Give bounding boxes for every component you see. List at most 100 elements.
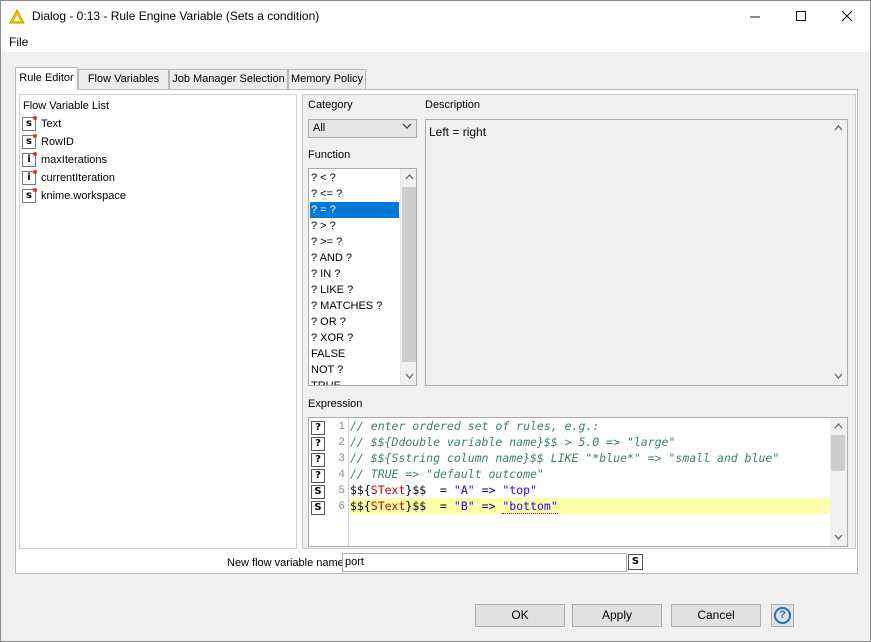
tab-flow-variables[interactable]: Flow Variables <box>78 69 169 89</box>
function-item[interactable]: ? OR ? <box>310 314 399 330</box>
unknown-rule-icon: ? <box>311 469 325 483</box>
code-line-comment[interactable]: // $${Sstring column name}$$ LIKE "*blue… <box>350 450 830 466</box>
expression-label: Expression <box>308 398 363 410</box>
line-number: 1 <box>338 421 345 433</box>
close-icon <box>841 11 852 22</box>
function-item[interactable]: ? XOR ? <box>310 330 399 346</box>
scrollbar-thumb[interactable] <box>402 187 416 362</box>
flow-variable-list-label: Flow Variable List <box>23 100 109 112</box>
function-item[interactable]: ? > ? <box>310 218 399 234</box>
ok-button[interactable]: OK <box>475 604 565 627</box>
code-line-rule[interactable]: $${SText}$$ = "A" => "top" <box>350 482 830 498</box>
integer-variable-icon: i <box>22 170 37 185</box>
variable-token: SText <box>370 499 406 513</box>
function-item[interactable]: ? < ? <box>310 170 399 186</box>
knime-logo-icon <box>9 9 25 24</box>
help-button[interactable]: ? <box>771 604 794 627</box>
description-box: Left = right <box>425 119 848 386</box>
function-item[interactable]: ? <= ? <box>310 186 399 202</box>
chevron-up-icon[interactable] <box>830 120 846 137</box>
maximize-button[interactable] <box>778 1 824 32</box>
var-close-token: }$$ <box>405 483 427 497</box>
close-button[interactable] <box>824 1 870 32</box>
scrollbar-thumb[interactable] <box>831 435 845 471</box>
chevron-down-icon <box>402 121 412 134</box>
string-rule-icon: S <box>311 501 325 515</box>
function-item-selected[interactable]: ? = ? <box>310 202 399 218</box>
description-label: Description <box>425 99 481 111</box>
function-item[interactable]: ? IN ? <box>310 266 399 282</box>
chevron-up-icon[interactable] <box>830 418 846 435</box>
new-flow-variable-input[interactable]: port <box>342 553 627 572</box>
apply-button[interactable]: Apply <box>572 604 662 627</box>
expression-scrollbar[interactable] <box>830 418 847 546</box>
result-literal: "bottom" <box>502 499 558 514</box>
list-item[interactable]: i maxIterations <box>22 152 107 168</box>
function-item[interactable]: NOT ? <box>310 362 399 378</box>
tab-rule-editor[interactable]: Rule Editor <box>15 67 78 90</box>
unknown-rule-icon: ? <box>311 421 325 435</box>
var-open-token: $${ <box>350 483 371 497</box>
function-item[interactable]: ? MATCHES ? <box>310 298 399 314</box>
chevron-down-icon[interactable] <box>830 368 846 385</box>
category-select[interactable]: All <box>308 119 417 138</box>
function-label: Function <box>308 149 351 161</box>
code-line-comment[interactable]: // $${Ddouble variable name}$$ > 5.0 => … <box>350 434 830 450</box>
function-scrollbar[interactable] <box>400 169 416 385</box>
code-line-comment[interactable]: // enter ordered set of rules, e.g.: <box>350 418 830 434</box>
integer-variable-icon: i <box>22 152 37 167</box>
chevron-up-icon[interactable] <box>401 169 416 186</box>
string-rule-icon: S <box>311 485 325 499</box>
line-number: 3 <box>338 453 345 465</box>
function-list[interactable]: ? < ? ? <= ? ? = ? ? > ? ? >= ? ? AND ? … <box>308 168 417 386</box>
variable-token: SText <box>370 483 406 497</box>
list-item[interactable]: s RowID <box>22 134 74 150</box>
arrow-token: => <box>474 499 503 513</box>
result-literal: "top" <box>502 483 537 497</box>
var-open-token: $${ <box>350 499 371 513</box>
list-item[interactable]: s knime.workspace <box>22 188 126 204</box>
flow-variable-pane: Flow Variable List s Text s RowID i maxI… <box>19 94 297 549</box>
operator-token: = <box>426 499 454 513</box>
variable-type-button[interactable]: S <box>628 554 643 570</box>
var-close-token: }$$ <box>405 499 427 513</box>
list-item[interactable]: s Text <box>22 116 61 132</box>
variable-name: currentIteration <box>41 172 115 184</box>
category-selected-value: All <box>313 122 326 134</box>
tab-memory-policy[interactable]: Memory Policy <box>288 69 366 89</box>
expression-editor[interactable]: ? ? ? ? S S 1 2 3 4 5 6 // enter ordered… <box>308 417 848 547</box>
function-item[interactable]: FALSE <box>310 346 399 362</box>
variable-name: knime.workspace <box>41 190 126 202</box>
list-item[interactable]: i currentIteration <box>22 170 115 186</box>
unknown-rule-icon: ? <box>311 437 325 451</box>
function-item[interactable]: TRUE <box>310 378 399 385</box>
line-number: 2 <box>338 437 345 449</box>
function-item[interactable]: ? LIKE ? <box>310 282 399 298</box>
menu-file[interactable]: File <box>9 35 28 49</box>
function-item[interactable]: ? AND ? <box>310 250 399 266</box>
minimize-icon <box>749 16 760 18</box>
line-number: 4 <box>338 469 345 481</box>
function-item[interactable]: ? >= ? <box>310 234 399 250</box>
string-variable-icon: s <box>22 188 37 203</box>
code-line-rule-current[interactable]: $${SText}$$ = "B" => "bottom" <box>350 498 830 514</box>
maximize-icon <box>795 11 806 21</box>
description-text: Left = right <box>429 125 487 139</box>
line-number: 6 <box>338 501 345 513</box>
minimize-button[interactable] <box>732 1 778 32</box>
code-line-comment[interactable]: // TRUE => "default outcome" <box>350 466 830 482</box>
tab-job-manager-selection[interactable]: Job Manager Selection <box>169 69 288 89</box>
string-variable-icon: s <box>22 134 37 149</box>
chevron-down-icon[interactable] <box>401 368 416 385</box>
dialog-window: Dialog - 0:13 - Rule Engine Variable (Se… <box>0 0 871 642</box>
description-scrollbar[interactable] <box>830 120 847 385</box>
variable-name: maxIterations <box>41 154 108 166</box>
unknown-rule-icon: ? <box>311 453 325 467</box>
new-flow-variable-label: New flow variable name <box>227 557 344 569</box>
cancel-button[interactable]: Cancel <box>671 604 761 627</box>
chevron-down-icon[interactable] <box>830 529 846 546</box>
line-number: 5 <box>338 485 345 497</box>
menu-bar: File <box>1 32 870 52</box>
operator-token: = <box>426 483 454 497</box>
window-title: Dialog - 0:13 - Rule Engine Variable (Se… <box>32 9 320 23</box>
